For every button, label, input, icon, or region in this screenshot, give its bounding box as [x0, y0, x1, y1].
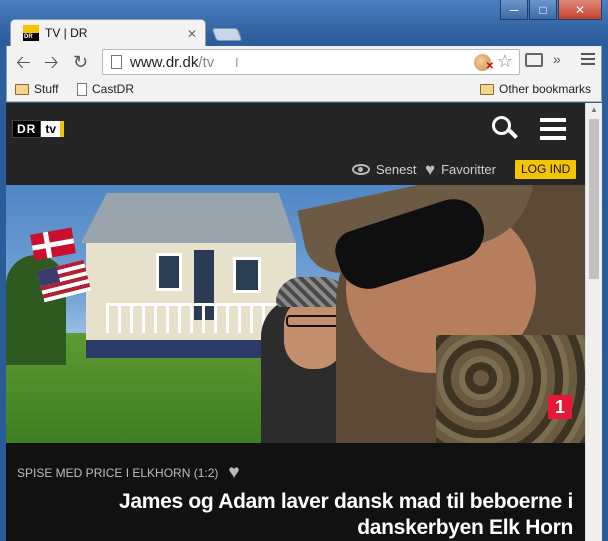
reload-icon[interactable]: ↻: [73, 52, 88, 72]
dr-favicon-icon: DR: [23, 25, 39, 41]
bookmark-stuff[interactable]: Stuff: [15, 82, 58, 96]
page-scrollbar[interactable]: ▲: [585, 103, 602, 541]
episode-headline[interactable]: James og Adam laver dansk mad til beboer…: [53, 489, 573, 541]
address-bar[interactable]: www.dr.dk/tv I ✕ ☆: [102, 49, 520, 75]
hero-image[interactable]: 1: [6, 185, 585, 443]
recent-link[interactable]: Senest: [352, 162, 416, 177]
user-nav: Senest ♥ Favoritter LOG IND: [6, 155, 585, 185]
program-line: SPISE MED PRICE I ELKHORN (1:2) ♥: [17, 463, 240, 482]
dr-tv-logo[interactable]: DR tv: [12, 120, 65, 138]
folder-icon: [15, 83, 29, 95]
close-window-button[interactable]: ✕: [558, 0, 602, 20]
window-controls: ─ □ ✕: [500, 0, 602, 20]
scroll-up-arrow-icon[interactable]: ▲: [590, 105, 598, 114]
other-bookmarks[interactable]: Other bookmarks: [480, 82, 591, 96]
tab-close-icon[interactable]: ✕: [187, 27, 197, 41]
page-viewport: DR tv Senest ♥ Favoritter LOG IND 1 SPIS…: [6, 103, 602, 541]
browser-tab-active[interactable]: DR TV | DR ✕: [10, 19, 206, 47]
tab-title: TV | DR: [45, 26, 88, 40]
maximize-button[interactable]: □: [529, 0, 557, 20]
forward-arrow-icon[interactable]: 🡢: [44, 52, 59, 72]
folder-icon: [480, 83, 494, 95]
browser-window: ─ □ ✕ DR TV | DR ✕ 🡠 🡢 ↻ www.dr.dk/tv I …: [0, 0, 608, 541]
extensions-overflow-icon[interactable]: »: [553, 51, 561, 67]
scroll-thumb[interactable]: [589, 119, 599, 279]
page-icon: [77, 82, 87, 96]
search-icon[interactable]: [492, 116, 518, 140]
heart-icon: ♥: [425, 159, 436, 179]
bookmark-castdr[interactable]: CastDR: [77, 82, 134, 96]
blocked-x-icon: ✕: [485, 61, 494, 72]
danish-flag: [30, 227, 76, 261]
program-title[interactable]: SPISE MED PRICE I ELKHORN (1:2): [17, 466, 218, 480]
eye-icon: [352, 164, 370, 175]
text-cursor-icon: I: [235, 55, 239, 70]
url-text: www.dr.dk/tv: [130, 54, 215, 71]
cast-icon[interactable]: [525, 53, 543, 67]
bookmarks-bar: Stuff CastDR Other bookmarks: [6, 78, 602, 102]
back-arrow-icon[interactable]: 🡠: [16, 52, 31, 72]
bookmark-star-icon[interactable]: ☆: [497, 51, 513, 72]
browser-toolbar: 🡠 🡢 ↻ www.dr.dk/tv I ✕ ☆ »: [6, 46, 602, 78]
login-button[interactable]: LOG IND: [515, 160, 577, 179]
site-header: DR tv: [6, 103, 585, 155]
hero-caption: SPISE MED PRICE I ELKHORN (1:2) ♥ James …: [6, 443, 585, 541]
page-icon: [111, 55, 122, 69]
dr-tv-page: DR tv Senest ♥ Favoritter LOG IND 1 SPIS…: [6, 103, 585, 541]
favorite-heart-icon[interactable]: ♥: [228, 463, 239, 482]
browser-menu-icon[interactable]: [581, 51, 595, 68]
minimize-button[interactable]: ─: [500, 0, 528, 20]
menu-icon[interactable]: [540, 118, 566, 145]
favorites-link[interactable]: ♥ Favoritter: [425, 159, 496, 179]
dr1-channel-badge: 1: [548, 395, 572, 419]
new-tab-button[interactable]: [211, 28, 243, 41]
